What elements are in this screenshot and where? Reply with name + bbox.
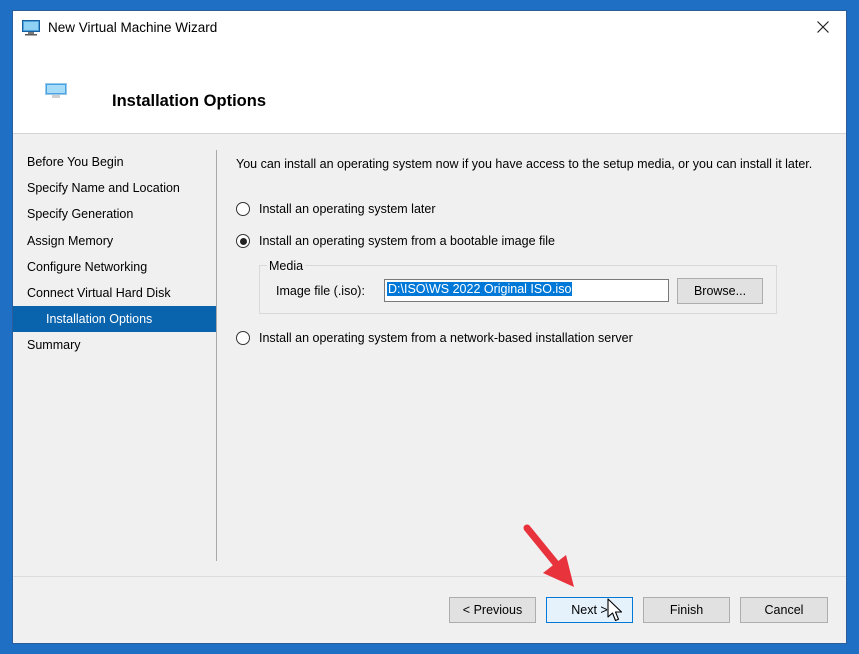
option-install-later[interactable]: Install an operating system later — [236, 202, 435, 216]
image-file-input[interactable]: D:\ISO\WS 2022 Original ISO.iso — [384, 279, 669, 302]
step-label: Connect Virtual Hard Disk — [27, 285, 171, 300]
image-file-label: Image file (.iso): — [276, 284, 365, 298]
step-summary[interactable]: Summary — [13, 332, 216, 358]
computer-screen-icon — [45, 83, 67, 102]
step-label: Assign Memory — [27, 233, 114, 248]
steps-divider — [216, 150, 217, 561]
step-label: Specify Generation — [27, 207, 134, 222]
step-connect-virtual-hard-disk[interactable]: Connect Virtual Hard Disk — [13, 280, 216, 306]
page-title: Installation Options — [112, 92, 267, 110]
media-legend: Media — [267, 259, 306, 273]
options-panel: You can install an operating system now … — [236, 157, 826, 345]
step-label: Configure Networking — [27, 259, 148, 274]
step-label: Installation Options — [46, 312, 153, 327]
step-assign-memory[interactable]: Assign Memory — [13, 228, 216, 254]
red-arrow-icon — [523, 524, 574, 587]
radio-button-checked[interactable] — [236, 234, 250, 248]
wizard-window: New Virtual Machine Wizard Installation … — [12, 10, 847, 644]
footer-divider — [13, 576, 846, 577]
mouse-cursor-icon — [607, 598, 623, 622]
previous-button[interactable]: < Previous — [449, 597, 536, 623]
step-installation-options[interactable]: Installation Options — [13, 306, 216, 333]
option-label: Install an operating system later — [259, 202, 436, 216]
finish-button[interactable]: Finish — [643, 597, 730, 623]
step-configure-networking[interactable]: Configure Networking — [13, 254, 216, 280]
wizard-header: Installation Options — [13, 45, 846, 134]
window-title: New Virtual Machine Wizard — [48, 20, 218, 35]
close-icon — [817, 20, 829, 36]
close-button[interactable] — [800, 11, 846, 45]
step-specify-generation[interactable]: Specify Generation — [13, 201, 216, 227]
cancel-button[interactable]: Cancel — [740, 597, 828, 623]
computer-screen-icon — [22, 20, 40, 39]
browse-button[interactable]: Browse... — [677, 278, 763, 304]
option-network-server[interactable]: Install an operating system from a netwo… — [236, 331, 633, 345]
option-label: Install an operating system from a boota… — [259, 234, 555, 248]
step-label: Specify Name and Location — [27, 181, 180, 196]
media-group: Media Image file (.iso): D:\ISO\WS 2022 … — [259, 259, 777, 314]
title-bar: New Virtual Machine Wizard — [13, 11, 846, 45]
image-file-value: D:\ISO\WS 2022 Original ISO.iso — [387, 282, 573, 296]
radio-button[interactable] — [236, 331, 250, 345]
radio-button[interactable] — [236, 202, 250, 216]
step-label: Before You Begin — [27, 155, 124, 169]
step-before-you-begin[interactable]: Before You Begin — [13, 149, 216, 175]
step-label: Summary — [27, 338, 81, 353]
intro-text: You can install an operating system now … — [236, 157, 813, 171]
option-label: Install an operating system from a netwo… — [259, 331, 633, 345]
option-bootable-image[interactable]: Install an operating system from a boota… — [236, 234, 555, 248]
wizard-steps: Before You Begin Specify Name and Locati… — [13, 149, 216, 359]
step-specify-name-location[interactable]: Specify Name and Location — [13, 175, 216, 201]
